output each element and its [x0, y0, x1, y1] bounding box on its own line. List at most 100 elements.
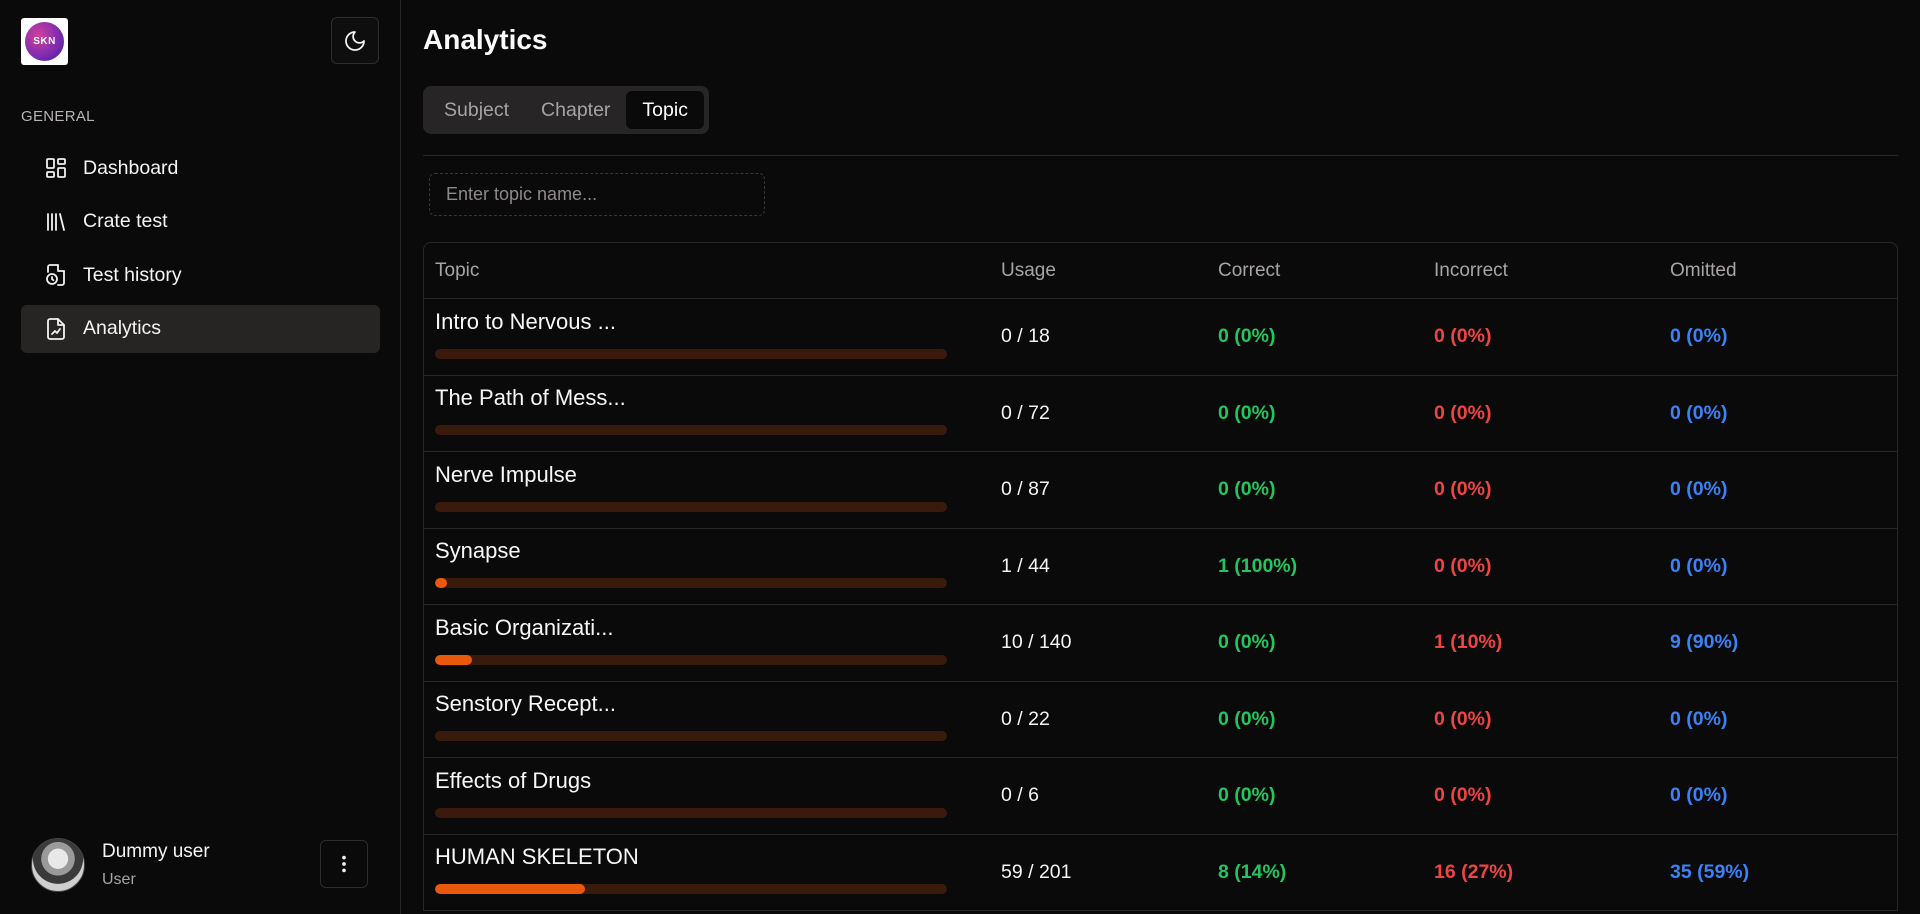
usage-progress-fill: [435, 578, 447, 589]
avatar: [31, 838, 85, 892]
topic-cell: Effects of Drugs: [424, 768, 1001, 818]
omitted-cell: 0 (0%): [1670, 707, 1728, 730]
table-row[interactable]: Senstory Recept... 0 / 22 0 (0%) 0 (0%) …: [424, 682, 1897, 758]
correct-cell: 8 (14%): [1218, 860, 1287, 883]
more-vertical-icon: [342, 855, 346, 873]
library-icon: [44, 210, 68, 234]
table-row[interactable]: Effects of Drugs 0 / 6 0 (0%) 0 (0%) 0 (…: [424, 758, 1897, 835]
column-header-incorrect[interactable]: Incorrect: [1434, 260, 1670, 282]
theme-toggle-button[interactable]: [331, 17, 379, 64]
incorrect-cell: 0 (0%): [1434, 478, 1492, 501]
user-role: User: [102, 871, 136, 888]
sidebar-item-label: Crate test: [83, 210, 168, 232]
user-menu-button[interactable]: [320, 840, 368, 888]
table-header: Topic Usage Correct Incorrect Omitted: [424, 243, 1897, 299]
topic-name: Senstory Recept...: [435, 691, 616, 717]
correct-cell: 0 (0%): [1218, 325, 1276, 348]
correct-cell: 0 (0%): [1218, 631, 1276, 654]
topic-cell: Basic Organizati...: [424, 615, 1001, 665]
usage-cell: 0 / 18: [1001, 325, 1050, 348]
usage-cell: 1 / 44: [1001, 554, 1050, 577]
table-row[interactable]: HUMAN SKELETON 59 / 201 8 (14%) 16 (27%)…: [424, 835, 1897, 911]
usage-progress-bar: [435, 807, 947, 818]
sidebar: SKN GENERAL Dashboard Crate test Test hi…: [0, 0, 401, 914]
column-header-correct[interactable]: Correct: [1218, 260, 1434, 282]
tab-list: Subject Chapter Topic: [423, 86, 709, 134]
app-root: SKN GENERAL Dashboard Crate test Test hi…: [0, 0, 1920, 914]
usage-cell: 0 / 6: [1001, 784, 1039, 807]
tab-topic[interactable]: Topic: [626, 91, 704, 129]
omitted-cell: 35 (59%): [1670, 860, 1750, 883]
column-header-usage[interactable]: Usage: [1001, 260, 1218, 282]
column-header-omitted[interactable]: Omitted: [1670, 260, 1897, 282]
usage-cell: 0 / 72: [1001, 401, 1050, 424]
usage-cell: 59 / 201: [1001, 860, 1072, 883]
user-text: Dummy user User: [102, 841, 210, 889]
table-row[interactable]: The Path of Mess... 0 / 72 0 (0%) 0 (0%)…: [424, 376, 1897, 452]
usage-cell: 0 / 22: [1001, 707, 1050, 730]
topic-cell: Synapse: [424, 538, 1001, 589]
sidebar-item-label: Test history: [83, 263, 182, 286]
topic-cell: Nerve Impulse: [424, 462, 1001, 512]
usage-progress-bar: [435, 578, 947, 589]
incorrect-cell: 1 (10%): [1434, 631, 1503, 654]
tab-subject[interactable]: Subject: [428, 91, 525, 129]
usage-progress-bar: [435, 348, 947, 359]
incorrect-cell: 0 (0%): [1434, 401, 1492, 424]
table-row[interactable]: Nerve Impulse 0 / 87 0 (0%) 0 (0%) 0 (0%…: [424, 452, 1897, 529]
user-name: Dummy user: [102, 841, 210, 862]
omitted-cell: 0 (0%): [1670, 554, 1728, 577]
column-header-topic[interactable]: Topic: [424, 260, 1001, 282]
sidebar-nav: Dashboard Crate test Test history Analyt…: [21, 144, 380, 358]
usage-progress-fill: [435, 654, 472, 665]
tab-chapter[interactable]: Chapter: [525, 91, 626, 129]
file-chart-icon: [44, 317, 68, 341]
topic-search-input[interactable]: [429, 173, 765, 216]
correct-cell: 0 (0%): [1218, 707, 1276, 730]
topic-name: Effects of Drugs: [435, 767, 592, 793]
omitted-cell: 0 (0%): [1670, 325, 1728, 348]
page-title: Analytics: [423, 24, 548, 55]
topic-name: Synapse: [435, 538, 521, 564]
omitted-cell: 0 (0%): [1670, 784, 1728, 807]
table-row[interactable]: Intro to Nervous ... 0 / 18 0 (0%) 0 (0%…: [424, 299, 1897, 376]
incorrect-cell: 0 (0%): [1434, 554, 1492, 577]
usage-progress-bar: [435, 654, 947, 665]
sidebar-item-crate-test[interactable]: Crate test: [21, 198, 380, 246]
usage-progress-bar: [435, 425, 947, 436]
incorrect-cell: 0 (0%): [1434, 325, 1492, 348]
topic-name: Intro to Nervous ...: [435, 308, 616, 334]
main-content: Analytics Subject Chapter Topic Topic Us…: [401, 0, 1920, 914]
usage-cell: 0 / 87: [1001, 478, 1050, 501]
topic-cell: HUMAN SKELETON: [424, 844, 1001, 895]
sidebar-item-analytics[interactable]: Analytics: [21, 304, 380, 353]
table-row[interactable]: Basic Organizati... 10 / 140 0 (0%) 1 (1…: [424, 605, 1897, 682]
correct-cell: 0 (0%): [1218, 784, 1276, 807]
sidebar-item-test-history[interactable]: Test history: [21, 251, 380, 299]
omitted-cell: 0 (0%): [1670, 401, 1728, 424]
usage-progress-bar: [435, 731, 947, 742]
file-clock-icon: [44, 263, 68, 287]
correct-cell: 1 (100%): [1218, 554, 1298, 577]
logo-mark: SKN: [25, 22, 64, 61]
app-logo[interactable]: SKN: [21, 18, 68, 65]
incorrect-cell: 0 (0%): [1434, 784, 1492, 807]
topic-cell: Senstory Recept...: [424, 691, 1001, 742]
divider: [423, 155, 1898, 156]
incorrect-cell: 16 (27%): [1434, 860, 1514, 883]
sidebar-item-dashboard[interactable]: Dashboard: [21, 144, 380, 192]
topics-table: Topic Usage Correct Incorrect Omitted In…: [423, 242, 1898, 911]
sidebar-section-label: GENERAL: [21, 108, 95, 125]
moon-icon: [345, 30, 365, 51]
topic-cell: The Path of Mess...: [424, 385, 1001, 436]
incorrect-cell: 0 (0%): [1434, 707, 1492, 730]
sidebar-item-label: Analytics: [83, 317, 162, 339]
correct-cell: 0 (0%): [1218, 401, 1276, 424]
topic-name: HUMAN SKELETON: [435, 844, 639, 870]
dashboard-icon: [44, 156, 68, 180]
table-row[interactable]: Synapse 1 / 44 1 (100%) 0 (0%) 0 (0%): [424, 529, 1897, 605]
omitted-cell: 9 (90%): [1670, 631, 1739, 654]
topic-name: The Path of Mess...: [435, 385, 626, 411]
user-profile[interactable]: Dummy user User: [31, 838, 210, 892]
sidebar-item-label: Dashboard: [83, 156, 179, 179]
